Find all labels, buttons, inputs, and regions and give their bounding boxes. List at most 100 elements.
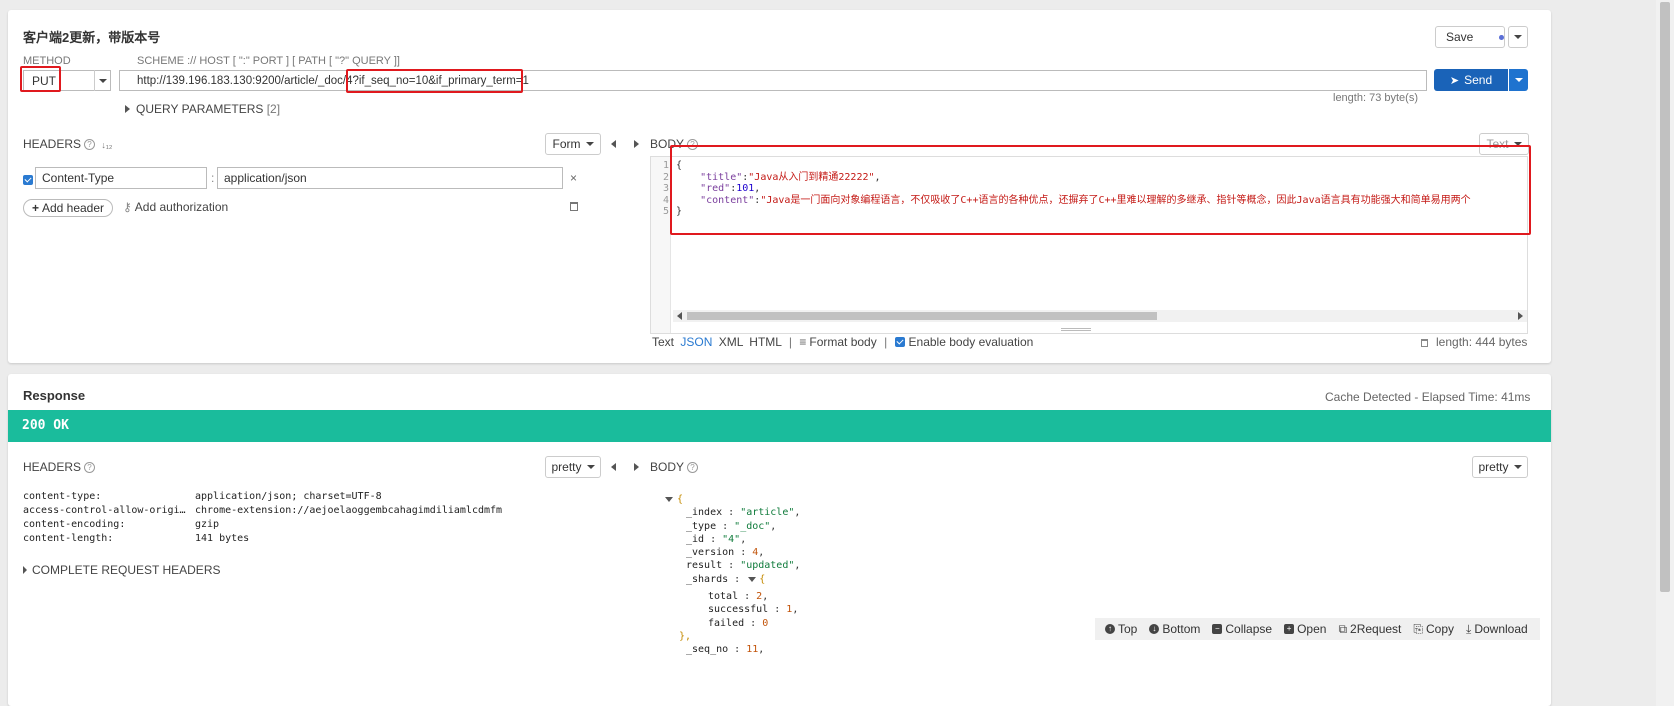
format-body-button[interactable]: ≡ Format body	[799, 335, 876, 349]
header-value: application/json; charset=UTF-8	[195, 491, 382, 502]
save-button[interactable]: Save	[1435, 26, 1505, 48]
json-brace: {	[677, 494, 684, 505]
chevron-down-icon	[99, 78, 107, 83]
save-dropdown-button[interactable]	[1508, 26, 1528, 48]
response-header-row: content-encoding: gzip	[23, 518, 502, 532]
response-headers-mode-button[interactable]: pretty	[545, 456, 601, 478]
code-key: "content"	[700, 194, 755, 206]
copy-label: Copy	[1426, 622, 1455, 636]
response-headers-label: HEADERS	[23, 460, 82, 474]
collapse-left-icon[interactable]	[611, 140, 616, 148]
remove-header-icon[interactable]: ×	[570, 171, 577, 185]
header-name: content-type:	[23, 491, 102, 502]
scroll-left-icon[interactable]	[677, 312, 682, 320]
format-text-tab[interactable]: Text	[652, 335, 674, 349]
add-header-label: Add header	[41, 201, 105, 215]
enable-eval-checkbox[interactable]: Enable body evaluation	[894, 335, 1033, 349]
open-button[interactable]: + Open	[1284, 622, 1326, 636]
header-separator: :	[211, 171, 215, 185]
json-key: _shards	[686, 573, 729, 585]
send-dropdown-button[interactable]	[1509, 69, 1528, 91]
help-icon: ?	[84, 462, 96, 473]
align-left-icon: ≡	[799, 335, 807, 349]
complete-request-headers-toggle[interactable]: COMPLETE REQUEST HEADERS	[23, 563, 220, 577]
method-dropdown-button[interactable]	[94, 70, 111, 91]
chevron-down-icon	[586, 465, 595, 469]
to-request-button[interactable]: ⧉ 2Request	[1338, 622, 1401, 637]
request-panel: 客户端2更新，带版本号 Save METHOD SCHEME :// HOST …	[8, 10, 1551, 363]
header-value: chrome-extension://aejoelaoggembcahagimd…	[195, 505, 503, 516]
code-line-3: "red":101,	[700, 183, 761, 194]
body-code: { "title":"Java从入门到精通22222", "red":101, …	[676, 160, 1526, 218]
header-enabled-checkbox[interactable]	[23, 173, 33, 187]
send-button[interactable]: ➤ Send	[1434, 69, 1508, 91]
query-parameters-toggle[interactable]: QUERY PARAMETERS [2]	[125, 102, 280, 116]
format-json-tab[interactable]: JSON	[680, 335, 712, 349]
json-number: 0	[762, 617, 769, 629]
collapse-right-icon[interactable]	[634, 463, 639, 471]
request-headers-label: HEADERS	[23, 137, 82, 151]
chevron-down-icon	[1513, 142, 1522, 146]
chevron-down-icon	[585, 142, 594, 146]
response-title: Response	[23, 388, 86, 403]
collapse-left-icon[interactable]	[611, 463, 616, 471]
response-json: { _index : "article", _type : "_doc", _i…	[665, 493, 800, 657]
sort-icon[interactable]: ↓₁₂	[101, 140, 112, 150]
top-label: Top	[1118, 622, 1138, 636]
json-number: 11	[746, 644, 759, 656]
trash-icon[interactable]	[570, 202, 578, 211]
add-header-button[interactable]: + Add header	[23, 199, 113, 217]
header-name: content-encoding:	[23, 519, 126, 530]
scrollbar-thumb[interactable]	[687, 312, 1157, 320]
add-authorization-link[interactable]: ⚷ Add authorization	[123, 200, 228, 214]
json-key: failed	[708, 617, 745, 629]
page-scrollbar[interactable]	[1656, 0, 1674, 706]
format-html-tab[interactable]: HTML	[749, 335, 781, 349]
code-line-1: {	[676, 160, 683, 171]
resize-handle[interactable]	[1061, 328, 1091, 331]
format-separator: |	[884, 335, 888, 349]
request-headers-title: HEADERS? ↓₁₂	[23, 137, 112, 151]
arrow-up-icon: ↑	[1105, 624, 1115, 634]
header-value: 141 bytes	[195, 533, 250, 544]
code-line-5: }	[676, 206, 683, 217]
open-label: Open	[1297, 622, 1327, 636]
collapse-right-icon[interactable]	[634, 140, 639, 148]
json-key: _seq_no	[686, 644, 729, 656]
unsaved-dot-icon	[1499, 34, 1504, 40]
top-button[interactable]: ↑ Top	[1105, 622, 1137, 636]
download-button[interactable]: ⤓ Download	[1466, 622, 1528, 637]
json-string: "_doc"	[734, 520, 771, 532]
body-mode-button[interactable]: Text	[1479, 133, 1529, 155]
collapse-node-icon[interactable]	[748, 576, 757, 582]
page-scrollbar-thumb[interactable]	[1660, 2, 1670, 592]
response-body-mode-button[interactable]: pretty	[1472, 456, 1528, 478]
horizontal-scrollbar[interactable]	[673, 310, 1527, 322]
header-name: access-control-allow-origi…	[23, 505, 186, 516]
format-separator: |	[788, 335, 792, 349]
code-key: "title"	[700, 171, 743, 183]
json-key: successful	[708, 604, 769, 616]
body-editor[interactable]: 12345 { "title":"Java从入门到精通22222", "red"…	[650, 156, 1528, 334]
url-input[interactable]: http://139.196.183.130:9200/article/_doc…	[119, 70, 1427, 91]
response-body-mode-label: pretty	[1478, 460, 1509, 474]
response-headers-title: HEADERS?	[23, 460, 96, 474]
status-bar: 200 OK	[8, 410, 1551, 442]
help-icon: ?	[687, 139, 699, 150]
header-name-input[interactable]: Content-Type	[35, 167, 207, 189]
key-icon: ⚷	[123, 200, 132, 214]
complete-request-headers-label: COMPLETE REQUEST HEADERS	[32, 563, 221, 577]
format-xml-tab[interactable]: XML	[719, 335, 743, 349]
headers-mode-button[interactable]: Form	[545, 133, 601, 155]
trash-icon[interactable]	[1421, 339, 1428, 347]
collapse-node-icon[interactable]	[665, 497, 673, 502]
copy-button[interactable]: ⎘ Copy	[1413, 622, 1454, 637]
body-mode-label: Text	[1486, 137, 1509, 151]
add-authorization-label: Add authorization	[134, 200, 229, 214]
header-value-input[interactable]: application/json	[217, 167, 563, 189]
bottom-button[interactable]: ↓ Bottom	[1149, 622, 1200, 636]
collapse-button[interactable]: − Collapse	[1212, 622, 1272, 636]
response-header-row: access-control-allow-origi… chrome-extens…	[23, 504, 502, 518]
json-number: 2	[756, 591, 763, 603]
scroll-right-icon[interactable]	[1518, 312, 1523, 320]
